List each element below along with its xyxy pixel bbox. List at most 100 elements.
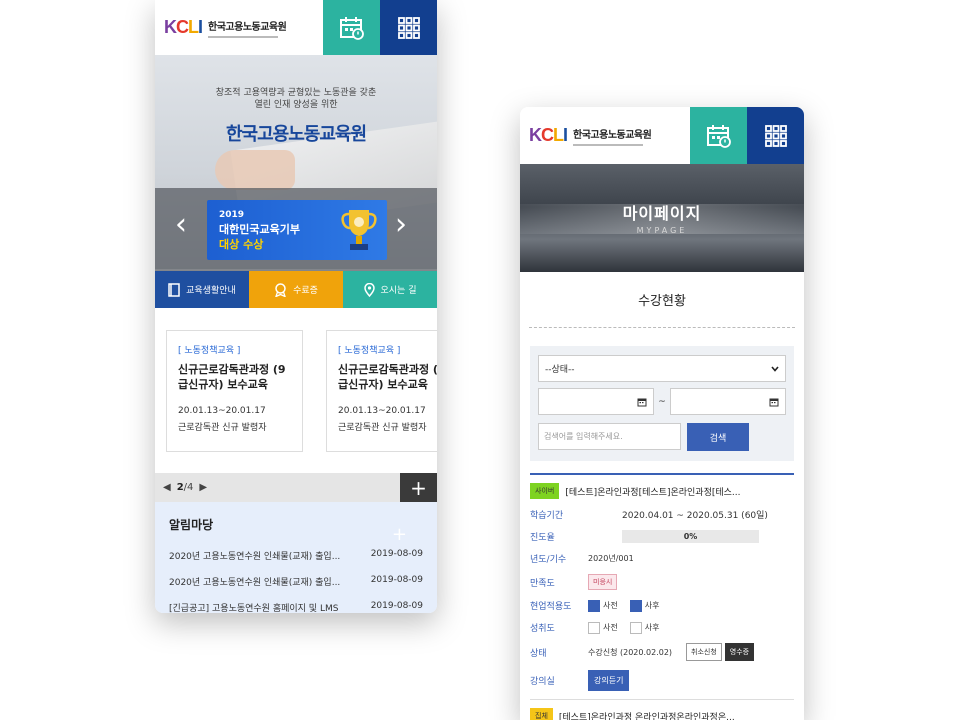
checkbox-checked — [588, 599, 600, 612]
course-type-badge: 사이버 — [530, 483, 560, 499]
hero-title: 한국고용노동교육원 — [225, 124, 367, 145]
quick-location-label: 오시는 길 — [380, 286, 417, 296]
logo-letter: I — [563, 125, 568, 145]
logo-letter: L — [188, 17, 199, 37]
menu-button[interactable] — [747, 107, 804, 164]
course-title: 신규근로감독관과정 (9급신규자) 보수교육 — [338, 363, 437, 391]
progress-bar: 0% — [622, 530, 759, 543]
checkbox-checked — [629, 599, 642, 612]
slide-next-icon[interactable]: › — [395, 210, 407, 240]
satisfaction-row: 만족도 미응시 — [530, 574, 794, 590]
course-category: [ 노동정책교육 ] — [338, 346, 401, 356]
year-row: 년도/기수 2020년/001 — [530, 552, 794, 565]
calendar-small-icon — [637, 398, 647, 406]
trophy-icon — [341, 210, 377, 250]
notice-more-icon[interactable]: + — [392, 524, 407, 545]
course-card[interactable]: [ 노동정책교육 ] 신규근로감독관과정 (9급신규자) 보수교육 20.01.… — [166, 330, 303, 452]
logo-subline — [208, 35, 279, 38]
pager-controls: ◀ 2/4 ▶ — [155, 482, 207, 493]
hero-photo-hand — [215, 150, 295, 190]
menu-button[interactable] — [380, 0, 437, 55]
section-divider — [529, 327, 795, 328]
phone-home: K C L I 한국고용노동교육원 창조적 고용역량과 균형있는 노동관을 갖춘… — [155, 0, 437, 613]
achieve-post-checkbox[interactable]: 사후 — [629, 621, 659, 634]
logo-name: 한국고용노동교육원 — [208, 21, 287, 33]
logo-mark: K C L I — [529, 125, 568, 146]
calendar-button[interactable] — [323, 0, 380, 55]
date-range-separator: ~ — [658, 396, 666, 407]
pager-next-icon[interactable]: ▶ — [199, 482, 207, 493]
site-logo[interactable]: K C L I 한국고용노동교육원 — [520, 107, 690, 164]
logo-letter: I — [198, 17, 203, 37]
satisfaction-label: 만족도 — [530, 578, 555, 589]
logo-letter: L — [553, 125, 564, 145]
date-range: ~ — [538, 388, 786, 415]
pager-total: /4 — [183, 482, 194, 493]
course-date: 20.01.13~20.01.17 — [338, 406, 426, 416]
quick-certificate[interactable]: 수료증 — [249, 271, 343, 308]
course-type-badge: 집체 — [530, 708, 553, 720]
notice-item[interactable]: 2020년 고용노동연수원 인쇄물(교재) 출입... 2019-08-09 — [169, 575, 423, 588]
logo-letter: K — [164, 17, 177, 37]
logo-text: 한국고용노동교육원 — [573, 126, 652, 146]
attend-lecture-button[interactable]: 강의듣기 — [588, 670, 630, 691]
end-date-field[interactable] — [670, 388, 786, 415]
more-courses-button[interactable]: + — [400, 473, 437, 502]
quick-location[interactable]: 오시는 길 — [343, 271, 437, 308]
logo-subline — [573, 143, 644, 146]
notice-item-date: 2019-08-09 — [370, 601, 423, 611]
book-icon — [168, 282, 180, 297]
section-title: 수강현황 — [638, 294, 686, 309]
stage: K C L I 한국고용노동교육원 창조적 고용역량과 균형있는 노동관을 갖춘… — [0, 0, 960, 720]
logo-letter: C — [176, 17, 189, 37]
achievement-row: 성취도 사전 사후 — [530, 621, 794, 634]
satisfaction-status[interactable]: 미응시 — [588, 574, 618, 590]
pager-prev-icon[interactable]: ◀ — [163, 482, 171, 493]
field-pre-checkbox[interactable]: 사전 — [588, 599, 618, 612]
quick-guide[interactable]: 교육생활안내 — [155, 271, 249, 308]
award-banner[interactable]: 2019 대한민국교육기부 대상 수상 — [207, 200, 387, 260]
calendar-button[interactable] — [690, 107, 747, 164]
course-header: 사이버 [테스트]온라인과정[테스트]온라인과정[테스... — [530, 483, 794, 499]
notice-item[interactable]: 2020년 고용노동연수원 인쇄물(교재) 출입... 2019-08-09 — [169, 549, 423, 562]
start-date-field[interactable] — [538, 388, 654, 415]
notice-item-date: 2019-08-09 — [370, 549, 423, 559]
status-row: 상태 수강신청 (2020.02.02) 취소신청 영수증 — [530, 643, 794, 661]
quick-menu: 교육생활안내 수료증 오시는 길 — [155, 271, 437, 308]
achieve-pre-checkbox[interactable]: 사전 — [588, 621, 618, 634]
cancel-request-button[interactable]: 취소신청 — [686, 643, 722, 661]
course-title[interactable]: [테스트]온라인과정 온라인과정온라인과정온... — [559, 710, 735, 720]
location-icon — [363, 282, 375, 297]
classroom-label: 강의실 — [530, 677, 555, 687]
carousel-pager: ◀ 2/4 ▶ + — [155, 473, 437, 502]
calendar-icon — [339, 16, 364, 40]
quick-guide-label: 교육생활안내 — [186, 286, 236, 296]
status-select[interactable]: --상태-- — [538, 355, 786, 382]
course-title[interactable]: [테스트]온라인과정[테스트]온라인과정[테스... — [565, 485, 740, 498]
field-post-checkbox[interactable]: 사후 — [629, 599, 659, 612]
award-line-2: 대상 수상 — [219, 238, 264, 251]
progress-row: 진도율 0% — [530, 530, 794, 543]
keyword-input[interactable]: 검색어를 입력해주세요. — [538, 423, 681, 450]
progress-label: 진도율 — [530, 533, 555, 543]
notice-item[interactable]: [긴급공고] 고용노동연수원 홈페이지 및 LMS 2019-08-09 — [169, 601, 423, 613]
search-button[interactable]: 검색 — [687, 423, 749, 451]
course-target: 근로감독관 신규 발령자 — [338, 423, 427, 433]
receipt-button[interactable]: 영수증 — [724, 643, 755, 661]
notice-title: 알림마당 — [169, 518, 214, 532]
classroom-row: 강의실 강의듣기 — [530, 670, 794, 691]
site-logo[interactable]: K C L I 한국고용노동교육원 — [155, 0, 323, 55]
banner-subtitle: MYPAGE — [636, 226, 688, 235]
banner-title: 마이페이지 — [622, 204, 702, 223]
status-select-value: --상태-- — [545, 365, 575, 375]
course-header: 집체 [테스트]온라인과정 온라인과정온라인과정온... — [530, 708, 794, 720]
checkbox-unchecked — [629, 621, 642, 634]
logo-mark: K C L I — [164, 17, 203, 38]
pager-current: 2 — [176, 482, 184, 493]
period-label: 학습기간 — [530, 511, 564, 521]
period-row: 학습기간 2020.04.01 ~ 2020.05.31 (60일) — [530, 508, 794, 521]
award-icon — [275, 282, 286, 297]
slide-prev-icon[interactable]: ‹ — [175, 210, 187, 240]
course-card[interactable]: [ 노동정책교육 ] 신규근로감독관과정 (9급신규자) 보수교육 20.01.… — [326, 330, 437, 452]
header: K C L I 한국고용노동교육원 — [155, 0, 437, 55]
